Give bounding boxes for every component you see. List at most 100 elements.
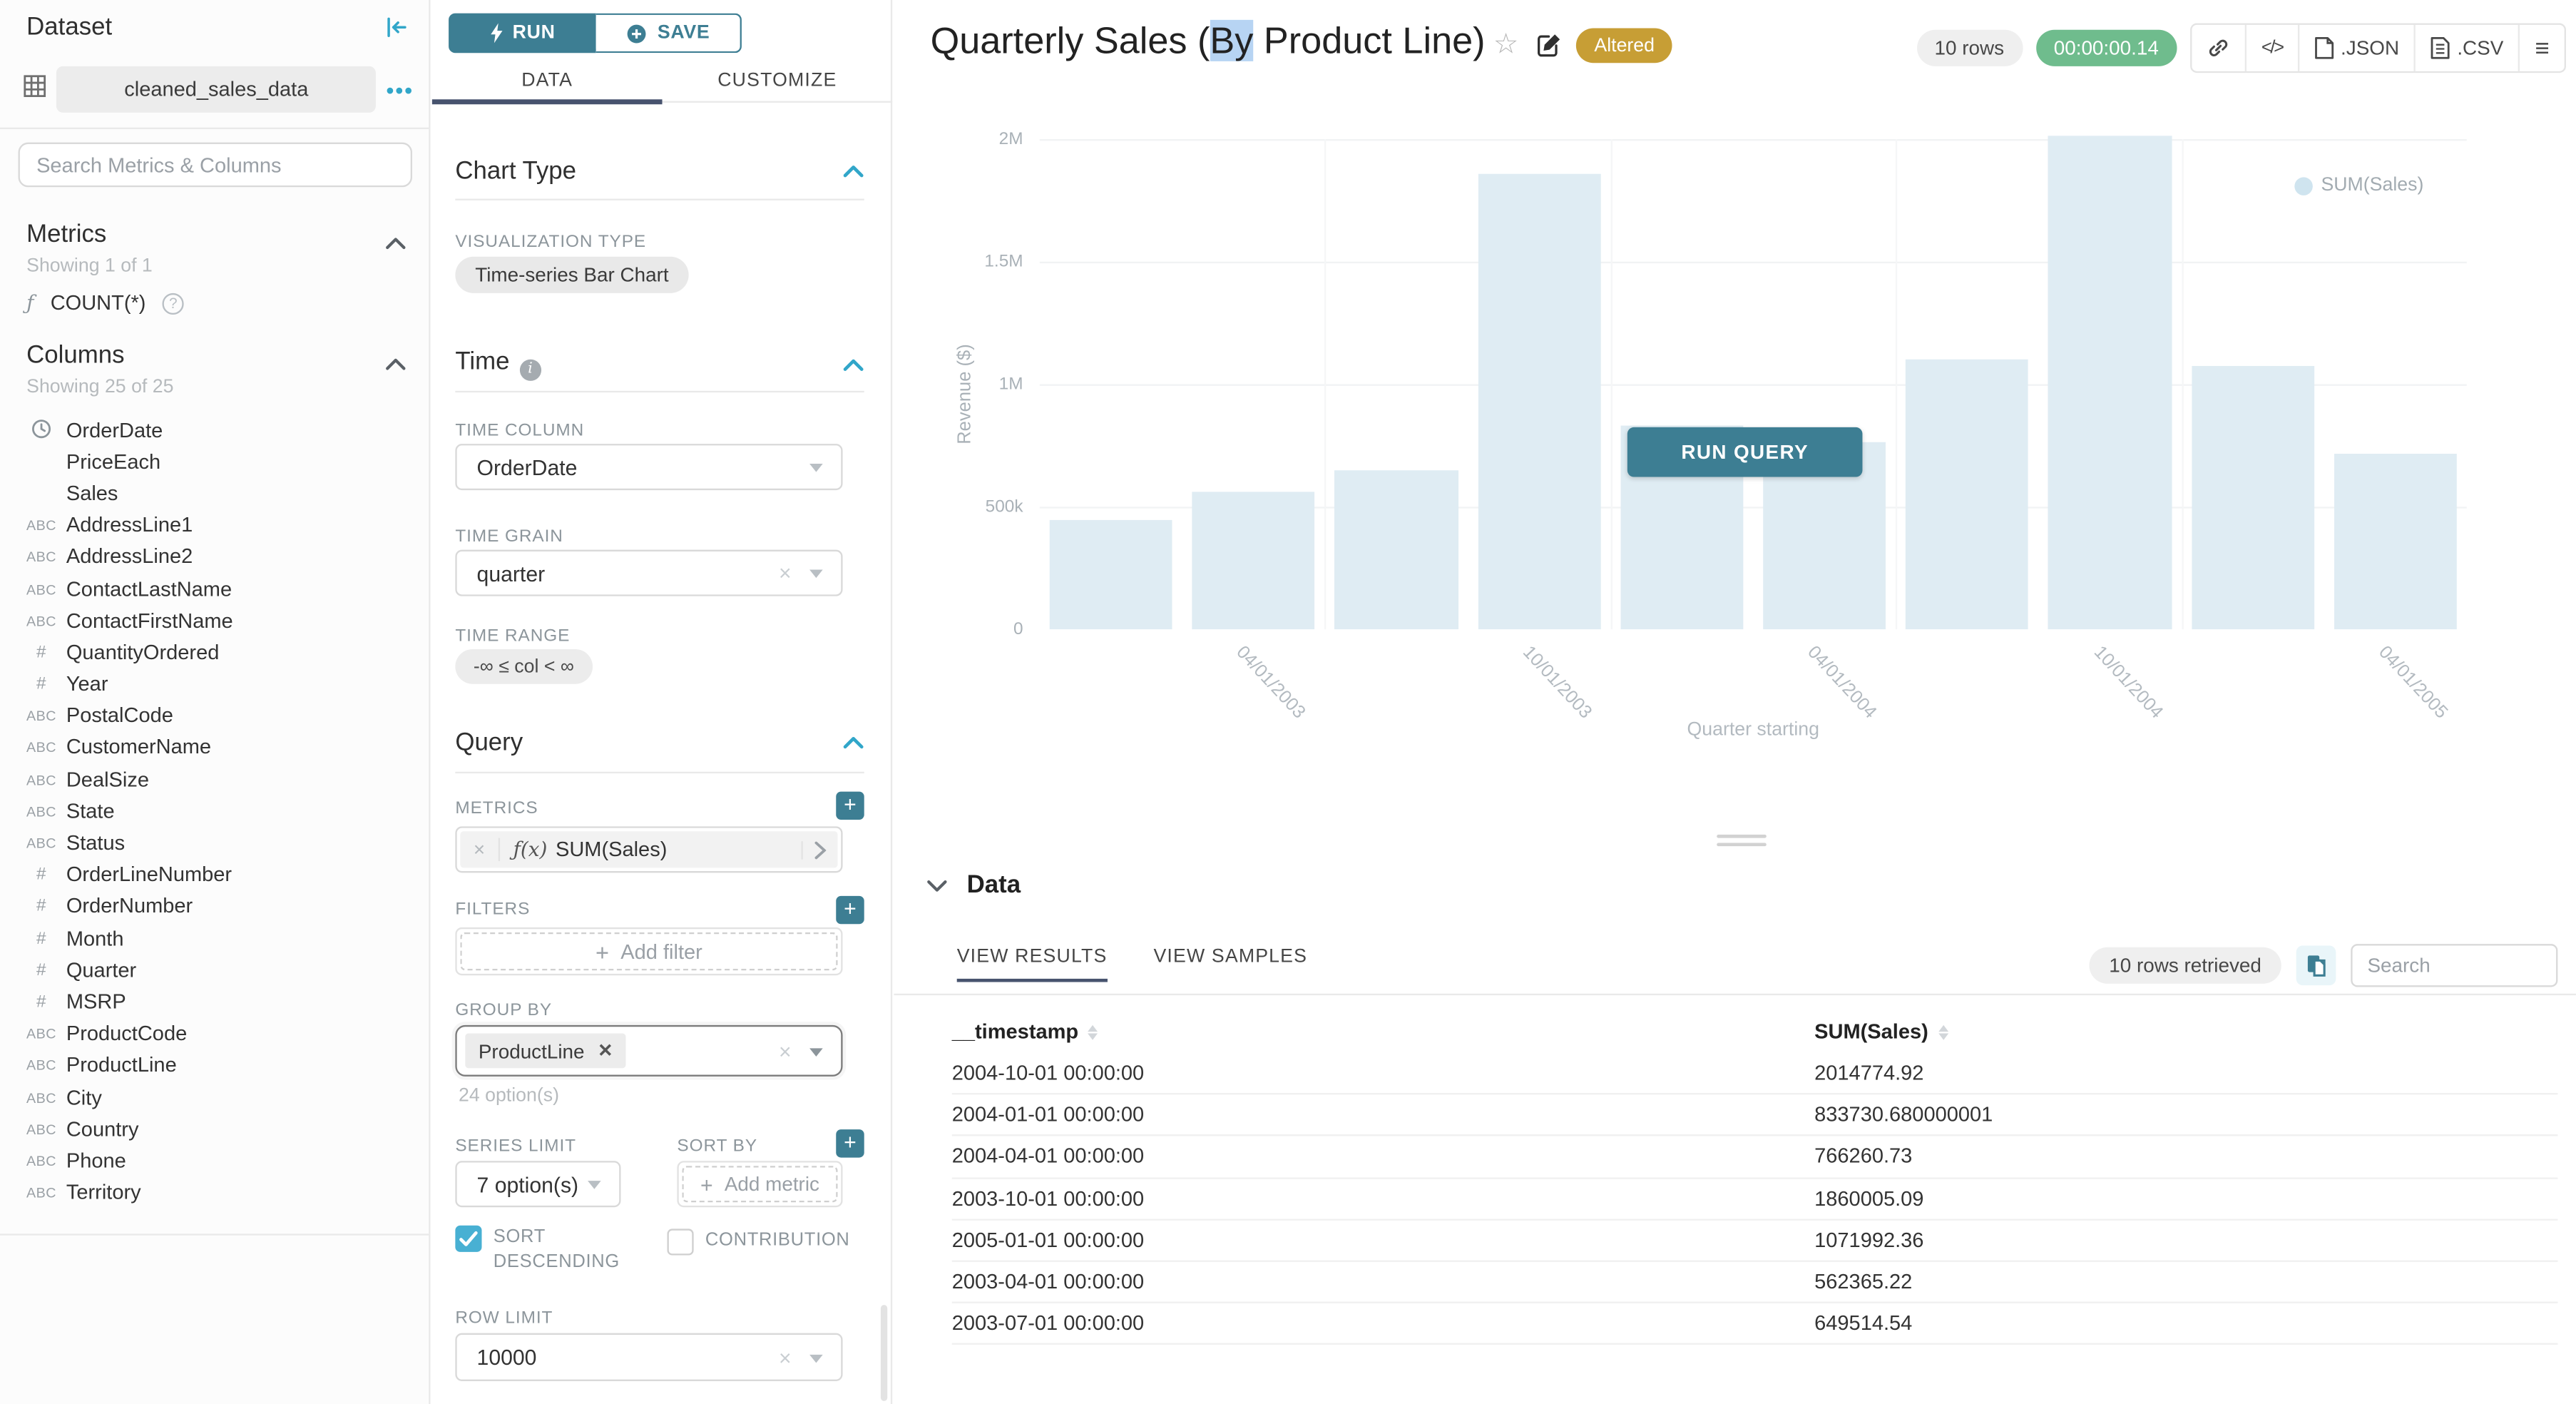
- text-type-icon: ABC: [20, 1121, 63, 1137]
- time-range-pill[interactable]: -∞ ≤ col < ∞: [455, 649, 592, 684]
- copy-data-button[interactable]: [2296, 945, 2336, 985]
- search-metrics-input[interactable]: [19, 143, 412, 188]
- column-list-item[interactable]: # Year: [0, 668, 431, 701]
- column-list-item[interactable]: ABC ContactLastName: [0, 573, 431, 605]
- save-button[interactable]: SAVE: [596, 14, 742, 54]
- chart-title[interactable]: Quarterly Sales (By Product Line): [931, 20, 1486, 63]
- column-list-item[interactable]: # OrderLineNumber: [0, 859, 431, 891]
- sort-icons[interactable]: [1938, 1025, 1948, 1040]
- chart-legend[interactable]: SUM(Sales): [2294, 176, 2423, 195]
- time-column-select[interactable]: OrderDate: [455, 444, 842, 490]
- checkbox-unchecked-icon[interactable]: [667, 1228, 693, 1255]
- column-list-item[interactable]: # Month: [0, 922, 431, 955]
- panel-resize-handle[interactable]: [1717, 835, 1767, 846]
- column-list-item[interactable]: ABC DealSize: [0, 763, 431, 795]
- metrics-collapse-icon[interactable]: [386, 228, 406, 258]
- row-limit-select[interactable]: 10000 ×: [455, 1333, 842, 1381]
- column-list-item[interactable]: ABC Phone: [0, 1145, 431, 1177]
- clear-icon[interactable]: ×: [779, 561, 792, 586]
- checkbox-checked-icon[interactable]: [455, 1226, 481, 1252]
- group-by-chip[interactable]: ProductLine✕: [465, 1033, 626, 1068]
- sort-by-dropzone[interactable]: +Add metric: [677, 1161, 842, 1207]
- export-json-button[interactable]: .JSON: [2299, 25, 2416, 71]
- column-list-item[interactable]: Sales: [0, 477, 431, 509]
- table-row[interactable]: 2003-04-01 00:00:00 562365.22: [952, 1262, 2558, 1303]
- tab-data[interactable]: DATA: [432, 63, 663, 101]
- column-list-item[interactable]: ABC Territory: [0, 1176, 431, 1209]
- expand-metric-icon[interactable]: [802, 840, 838, 859]
- run-query-button[interactable]: RUN QUERY: [1627, 427, 1863, 477]
- remove-metric-icon[interactable]: ×: [460, 838, 500, 861]
- column-list-item[interactable]: ABC CustomerName: [0, 732, 431, 764]
- add-metric-button[interactable]: +: [836, 792, 864, 820]
- embed-code-button[interactable]: </>: [2247, 25, 2299, 71]
- column-list-item[interactable]: ABC Status: [0, 827, 431, 859]
- column-list-item[interactable]: ABC City: [0, 1082, 431, 1114]
- run-button[interactable]: RUN: [449, 14, 596, 54]
- table-row[interactable]: 2003-10-01 00:00:00 1860005.09: [952, 1179, 2558, 1220]
- column-list-item[interactable]: ABC State: [0, 795, 431, 828]
- clear-icon[interactable]: ×: [779, 1345, 792, 1370]
- metric-pill[interactable]: × ƒ(x)SUM(Sales): [455, 826, 842, 873]
- column-list-item[interactable]: OrderDate: [0, 414, 431, 446]
- tab-customize[interactable]: CUSTOMIZE: [663, 63, 893, 101]
- tab-view-results[interactable]: VIEW RESULTS: [957, 947, 1108, 982]
- section-collapse-icon[interactable]: [843, 357, 864, 372]
- add-sort-metric-button[interactable]: +: [836, 1129, 864, 1157]
- column-list-item[interactable]: ABC AddressLine1: [0, 509, 431, 541]
- column-header-value[interactable]: SUM(Sales): [1814, 1020, 2557, 1043]
- column-list-item[interactable]: # OrderNumber: [0, 890, 431, 922]
- columns-collapse-icon[interactable]: [386, 350, 406, 380]
- visualization-type-pill[interactable]: Time-series Bar Chart: [455, 257, 688, 293]
- column-header-timestamp[interactable]: __timestamp: [952, 1020, 1814, 1043]
- table-search-input[interactable]: [2351, 944, 2557, 987]
- metric-list-item[interactable]: ƒ COUNT(*) ?: [26, 292, 184, 315]
- tab-view-samples[interactable]: VIEW SAMPLES: [1153, 947, 1307, 982]
- dataset-more-menu[interactable]: •••: [387, 77, 417, 102]
- time-grain-select[interactable]: quarter ×: [455, 550, 842, 596]
- column-list-item[interactable]: ABC ProductCode: [0, 1018, 431, 1050]
- x-tick-label: 04/01/2005: [2374, 643, 2451, 723]
- table-row[interactable]: 2003-07-01 00:00:00 649514.54: [952, 1303, 2558, 1345]
- collapse-panel-icon[interactable]: [384, 15, 409, 48]
- remove-chip-icon[interactable]: ✕: [598, 1040, 613, 1062]
- code-icon: </>: [2261, 38, 2283, 58]
- sort-descending-checkbox-row[interactable]: SORT DESCENDING: [455, 1226, 640, 1276]
- data-collapse-icon[interactable]: [927, 878, 947, 892]
- column-list-item[interactable]: ABC ContactFirstName: [0, 605, 431, 637]
- help-icon[interactable]: ?: [163, 292, 184, 314]
- column-list-item[interactable]: # MSRP: [0, 986, 431, 1018]
- column-list-item[interactable]: # Quarter: [0, 955, 431, 987]
- section-collapse-icon[interactable]: [843, 164, 864, 179]
- column-list-item[interactable]: # QuantityOrdered: [0, 636, 431, 668]
- column-list-item[interactable]: ABC PostalCode: [0, 700, 431, 732]
- more-options-button[interactable]: ≡: [2520, 25, 2565, 71]
- add-filter-button[interactable]: +: [836, 896, 864, 924]
- copy-link-button[interactable]: [2192, 25, 2247, 71]
- cell-timestamp: 2004-01-01 00:00:00: [952, 1104, 1814, 1126]
- column-list-item[interactable]: PriceEach: [0, 446, 431, 478]
- table-row[interactable]: 2004-10-01 00:00:00 2014774.92: [952, 1053, 2558, 1094]
- column-list-item[interactable]: ABC AddressLine2: [0, 541, 431, 573]
- group-by-select[interactable]: ProductLine✕ ×: [455, 1025, 842, 1077]
- scrollbar-thumb[interactable]: [881, 1305, 887, 1401]
- edit-title-icon[interactable]: [1536, 31, 1563, 66]
- altered-badge[interactable]: Altered: [1576, 28, 1673, 63]
- rows-retrieved-badge: 10 rows retrieved: [2089, 947, 2281, 984]
- section-collapse-icon[interactable]: [843, 736, 864, 751]
- text-type-icon: ABC: [20, 739, 63, 756]
- column-list-item[interactable]: ABC Country: [0, 1113, 431, 1145]
- clear-icon[interactable]: ×: [779, 1038, 792, 1063]
- table-row[interactable]: 2004-04-01 00:00:00 766260.73: [952, 1136, 2558, 1178]
- column-list-item[interactable]: ABC ProductLine: [0, 1049, 431, 1082]
- table-row[interactable]: 2004-01-01 00:00:00 833730.680000001: [952, 1095, 2558, 1136]
- export-csv-button[interactable]: .CSV: [2416, 25, 2520, 71]
- sort-icons[interactable]: [1088, 1025, 1098, 1040]
- contribution-checkbox-row[interactable]: CONTRIBUTION: [667, 1228, 849, 1255]
- series-limit-select[interactable]: 7 option(s): [455, 1161, 620, 1207]
- add-filter-dropzone[interactable]: +Add filter: [455, 927, 842, 975]
- table-row[interactable]: 2005-01-01 00:00:00 1071992.36: [952, 1220, 2558, 1261]
- columns-list: OrderDate PriceEach Sales ABC AddressLin…: [0, 414, 431, 1208]
- favorite-star-icon[interactable]: ☆: [1493, 28, 1518, 61]
- dataset-name[interactable]: cleaned_sales_data: [56, 66, 377, 113]
